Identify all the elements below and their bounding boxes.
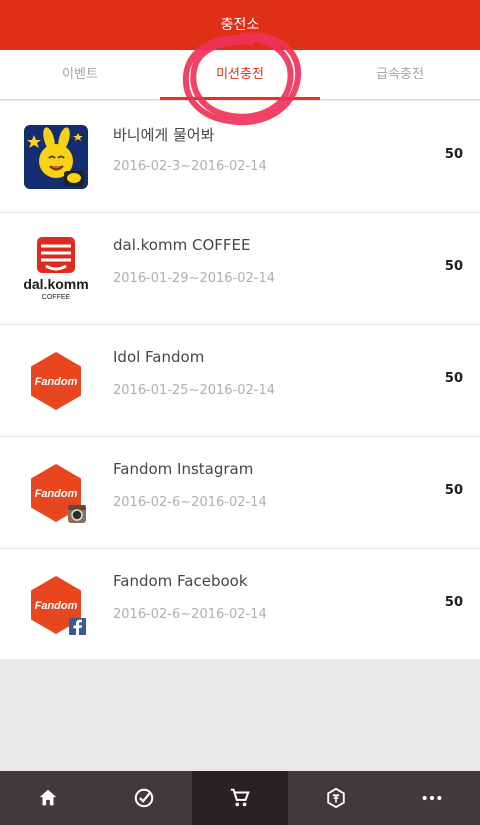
tab-mission-charge[interactable]: 미션충전	[160, 50, 320, 100]
list-item[interactable]: Fandom Fandom Instagram 2016-02-6~2016-0…	[0, 437, 480, 549]
home-icon	[39, 789, 57, 806]
nav-charge-station[interactable]	[192, 771, 288, 825]
list-item[interactable]: Fandom Fandom Facebook 2016-02-6~2016-02…	[0, 549, 480, 661]
mission-name: Fandom Facebook	[113, 572, 248, 590]
fandom-instagram-logo: Fandom	[24, 461, 88, 525]
mission-date: 2016-01-25~2016-02-14	[113, 383, 275, 398]
mission-name: dal.komm COFFEE	[113, 236, 251, 254]
app-header: 충전소	[0, 0, 480, 50]
mission-name: Idol Fandom	[113, 348, 205, 366]
mission-points: 50	[444, 371, 463, 386]
tab-quick-charge[interactable]: 급속충전	[320, 50, 480, 100]
tab-bar: 이벤트 미션충전 급속충전	[0, 50, 480, 100]
mission-list: 바니에게 물어봐 2016-02-3~2016-02-14 50 dal.kom…	[0, 101, 480, 659]
fandom-facebook-logo: Fandom	[24, 573, 88, 637]
dalkomm-brand-text: dal.komm	[24, 276, 88, 292]
facebook-icon	[69, 618, 86, 636]
tab-event[interactable]: 이벤트	[0, 50, 160, 100]
nav-coins[interactable]	[288, 771, 384, 825]
instagram-icon	[68, 505, 86, 523]
list-item[interactable]: dal.komm COFFEE dal.komm COFFEE 2016-01-…	[0, 213, 480, 325]
bottom-nav	[0, 771, 480, 825]
cart-icon	[230, 788, 250, 807]
check-circle-icon	[134, 788, 154, 808]
nav-home[interactable]	[0, 771, 96, 825]
nav-missions[interactable]	[96, 771, 192, 825]
list-item[interactable]: 바니에게 물어봐 2016-02-3~2016-02-14 50	[0, 101, 480, 213]
mission-name: 바니에게 물어봐	[113, 126, 215, 144]
mission-points: 50	[444, 259, 463, 274]
dalkomm-sub-text: COFFEE	[42, 294, 71, 301]
mission-date: 2016-02-3~2016-02-14	[113, 159, 267, 174]
mission-name: Fandom Instagram	[113, 460, 254, 478]
mission-date: 2016-01-29~2016-02-14	[113, 271, 275, 286]
nav-more[interactable]	[384, 771, 480, 825]
more-icon	[422, 795, 442, 801]
mission-date: 2016-02-6~2016-02-14	[113, 607, 267, 622]
mission-date: 2016-02-6~2016-02-14	[113, 495, 267, 510]
fandom-logo: Fandom	[24, 349, 88, 413]
fandom-logo-text: Fandom	[35, 376, 78, 388]
mission-points: 50	[444, 147, 463, 162]
list-item[interactable]: Fandom Idol Fandom 2016-01-25~2016-02-14…	[0, 325, 480, 437]
page-title: 충전소	[220, 17, 260, 33]
fandom-logo-text: Fandom	[35, 600, 78, 612]
coin-icon	[327, 787, 345, 809]
active-tab-indicator	[160, 97, 320, 100]
bunny-app-icon	[24, 125, 88, 189]
mission-points: 50	[444, 595, 463, 610]
fandom-logo-text: Fandom	[35, 488, 78, 500]
dalkomm-coffee-logo: dal.komm COFFEE	[23, 237, 89, 301]
mission-points: 50	[444, 483, 463, 498]
